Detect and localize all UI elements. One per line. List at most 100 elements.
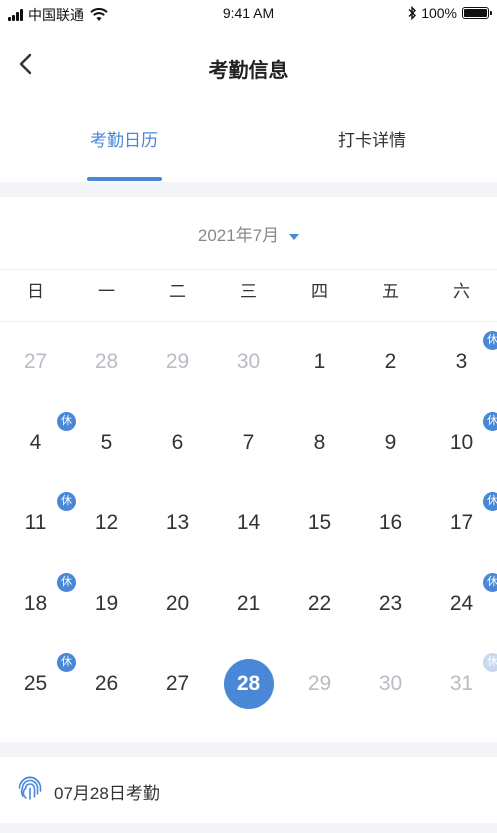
month-picker[interactable]: 2021年7月 — [0, 221, 497, 246]
weekday-header: 日 一 二 三 四 五 六 — [0, 269, 497, 322]
day-number: 20 — [165, 591, 190, 615]
calendar-day[interactable]: 12 — [71, 483, 142, 564]
calendar-day[interactable]: 11 休 — [0, 483, 76, 564]
battery-icon — [462, 7, 492, 19]
calendar-day[interactable]: 30 — [213, 322, 284, 403]
tab-bar: 考勤日历 打卡详情 — [0, 100, 497, 182]
day-number: 13 — [165, 511, 190, 534]
tab-attendance-calendar[interactable]: 考勤日历 — [0, 100, 248, 182]
calendar-day[interactable]: 24 休 — [426, 564, 497, 645]
tab-clock-in-details[interactable]: 打卡详情 — [248, 100, 496, 182]
calendar-day[interactable]: 23 — [355, 564, 426, 645]
day-number: 10 — [449, 430, 474, 454]
calendar-day[interactable]: 31 休 — [426, 644, 497, 725]
day-number: 25 — [23, 672, 48, 695]
calendar-week: 18 休 19 20 21 22 23 24 休 — [0, 564, 497, 645]
day-number: 27 — [23, 350, 48, 373]
calendar-day[interactable]: 8 — [284, 403, 355, 484]
day-number: 17 — [449, 511, 474, 534]
nav-bar: 考勤信息 — [0, 28, 497, 100]
calendar-day[interactable]: 30 — [355, 644, 426, 725]
record-title: 07月28日考勤 — [54, 784, 160, 803]
calendar-day[interactable]: 20 — [142, 564, 213, 645]
calendar-day[interactable]: 2 — [355, 322, 426, 403]
calendar-day[interactable]: 22 — [284, 564, 355, 645]
day-number: 7 — [242, 430, 255, 454]
day-number: 16 — [378, 511, 403, 534]
day-number: 3 — [455, 350, 468, 373]
day-number: 19 — [94, 591, 119, 615]
day-number: 2 — [384, 350, 397, 373]
weekday-label: 六 — [453, 282, 470, 301]
weekday-label: 三 — [240, 282, 257, 301]
day-number: 27 — [165, 672, 190, 695]
rest-day-badge: 休 — [483, 653, 497, 672]
day-number: 29 — [165, 350, 190, 373]
calendar-day[interactable]: 18 休 — [0, 564, 76, 645]
weekday-label: 四 — [311, 282, 328, 301]
page-title: 考勤信息 — [208, 60, 289, 82]
day-number: 23 — [378, 591, 403, 615]
day-number: 5 — [100, 430, 113, 454]
day-number: 21 — [236, 591, 261, 615]
day-number: 28 — [94, 350, 119, 373]
calendar-day[interactable]: 14 — [213, 483, 284, 564]
calendar-day[interactable]: 10 休 — [426, 403, 497, 484]
day-number: 22 — [307, 591, 332, 615]
calendar-day[interactable]: 25 休 — [0, 644, 76, 725]
rest-day-badge: 休 — [483, 331, 497, 350]
status-right: 100% — [407, 5, 492, 21]
active-tab-indicator — [87, 177, 162, 181]
caret-down-icon — [289, 233, 300, 240]
calendar-day[interactable]: 13 — [142, 483, 213, 564]
calendar-week: 4 休 5 6 7 8 9 10 休 — [0, 403, 497, 484]
calendar: 2021年7月 日 一 二 三 四 五 六 27 28 29 30 1 2 3 休 4 休 5 6 7 8… — [0, 197, 497, 742]
day-number: 24 — [449, 591, 474, 615]
calendar-day[interactable]: 17 休 — [426, 483, 497, 564]
calendar-week: 11 休 12 13 14 15 16 17 休 — [0, 483, 497, 564]
calendar-day[interactable]: 16 — [355, 483, 426, 564]
weekday-label: 日 — [27, 282, 44, 301]
month-label: 2021年7月 — [197, 226, 280, 245]
calendar-day[interactable]: 29 — [142, 322, 213, 403]
day-number: 4 — [29, 430, 42, 454]
day-number: 30 — [378, 672, 403, 695]
calendar-day[interactable]: 1 — [284, 322, 355, 403]
calendar-day[interactable]: 29 — [284, 644, 355, 725]
calendar-day-selected[interactable]: 28 — [213, 644, 284, 725]
day-number: 12 — [94, 511, 119, 534]
day-number: 9 — [384, 430, 397, 454]
day-number: 6 — [171, 430, 184, 454]
calendar-day[interactable]: 28 — [71, 322, 142, 403]
calendar-day[interactable]: 7 — [213, 403, 284, 484]
rest-day-badge: 休 — [483, 492, 497, 511]
calendar-week: 25 休 26 27 28 29 30 31 休 — [0, 644, 497, 725]
calendar-day[interactable]: 27 — [0, 322, 71, 403]
calendar-day[interactable]: 6 — [142, 403, 213, 484]
calendar-grid: 27 28 29 30 1 2 3 休 4 休 5 6 7 8 9 10 休 11 休 12 13 14 15 16 17 休 18… — [0, 322, 497, 725]
calendar-day[interactable]: 9 — [355, 403, 426, 484]
attendance-record[interactable]: 07月28日考勤 — [0, 757, 497, 823]
day-number: 28 — [236, 672, 261, 695]
day-number: 15 — [307, 511, 332, 534]
weekday-label: 五 — [382, 282, 399, 301]
day-number: 29 — [307, 672, 332, 695]
day-number: 8 — [313, 430, 326, 454]
calendar-day[interactable]: 21 — [213, 564, 284, 645]
calendar-day[interactable]: 4休 — [0, 403, 76, 484]
day-number: 31 — [449, 672, 474, 695]
calendar-day[interactable]: 26 — [71, 644, 142, 725]
fingerprint-icon — [18, 776, 42, 800]
calendar-day[interactable]: 15 — [284, 483, 355, 564]
calendar-day[interactable]: 27 — [142, 644, 213, 725]
weekday-label: 二 — [169, 282, 186, 301]
calendar-day[interactable]: 5 — [71, 403, 142, 484]
day-number: 1 — [313, 350, 326, 373]
calendar-day[interactable]: 3休 — [426, 322, 497, 403]
weekday-label: 一 — [98, 282, 115, 301]
battery-percent: 100% — [421, 5, 457, 21]
calendar-day[interactable]: 19 — [71, 564, 142, 645]
day-number: 18 — [23, 591, 48, 615]
status-bar: 中国联通 9:41 AM 100% — [0, 0, 497, 28]
rest-day-badge: 休 — [483, 572, 497, 592]
